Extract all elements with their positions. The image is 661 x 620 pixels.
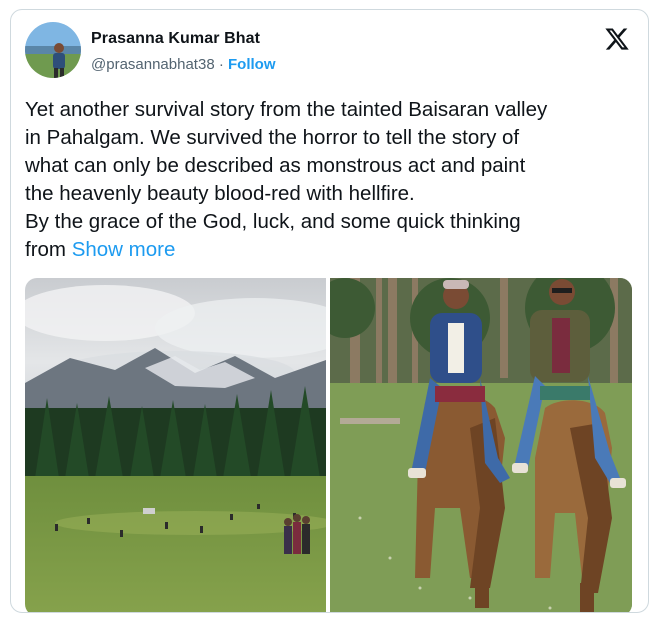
author-handle-row: @prasannabhat38 · Follow bbox=[91, 56, 276, 73]
tweet-text: Yet another survival story from the tain… bbox=[25, 96, 637, 264]
tweet-card[interactable]: Prasanna Kumar Bhat @prasannabhat38 · Fo… bbox=[10, 9, 649, 613]
tweet-line: what can only be described as monstrous … bbox=[25, 154, 526, 177]
author-name[interactable]: Prasanna Kumar Bhat bbox=[91, 30, 260, 48]
tweet-line: Yet another survival story from the tain… bbox=[25, 98, 548, 121]
tweet-line: in Pahalgam. We survived the horror to t… bbox=[25, 126, 520, 149]
horse-riders-photo[interactable] bbox=[330, 278, 632, 612]
tweet-line: By the grace of the God, luck, and some … bbox=[25, 210, 521, 233]
tweet-line: the heavenly beauty blood-red with hellf… bbox=[25, 182, 415, 205]
x-logo-icon[interactable] bbox=[604, 26, 630, 52]
media-grid bbox=[25, 278, 632, 612]
meadow-landscape-photo[interactable] bbox=[25, 278, 326, 612]
follow-button[interactable]: Follow bbox=[228, 56, 276, 73]
tweet-line-prefix: from bbox=[25, 238, 72, 261]
tweet-line: from Show more bbox=[25, 236, 637, 264]
author-handle[interactable]: @prasannabhat38 bbox=[91, 56, 215, 73]
separator-dot: · bbox=[218, 56, 224, 73]
avatar[interactable] bbox=[25, 22, 81, 78]
show-more-link[interactable]: Show more bbox=[72, 238, 176, 261]
